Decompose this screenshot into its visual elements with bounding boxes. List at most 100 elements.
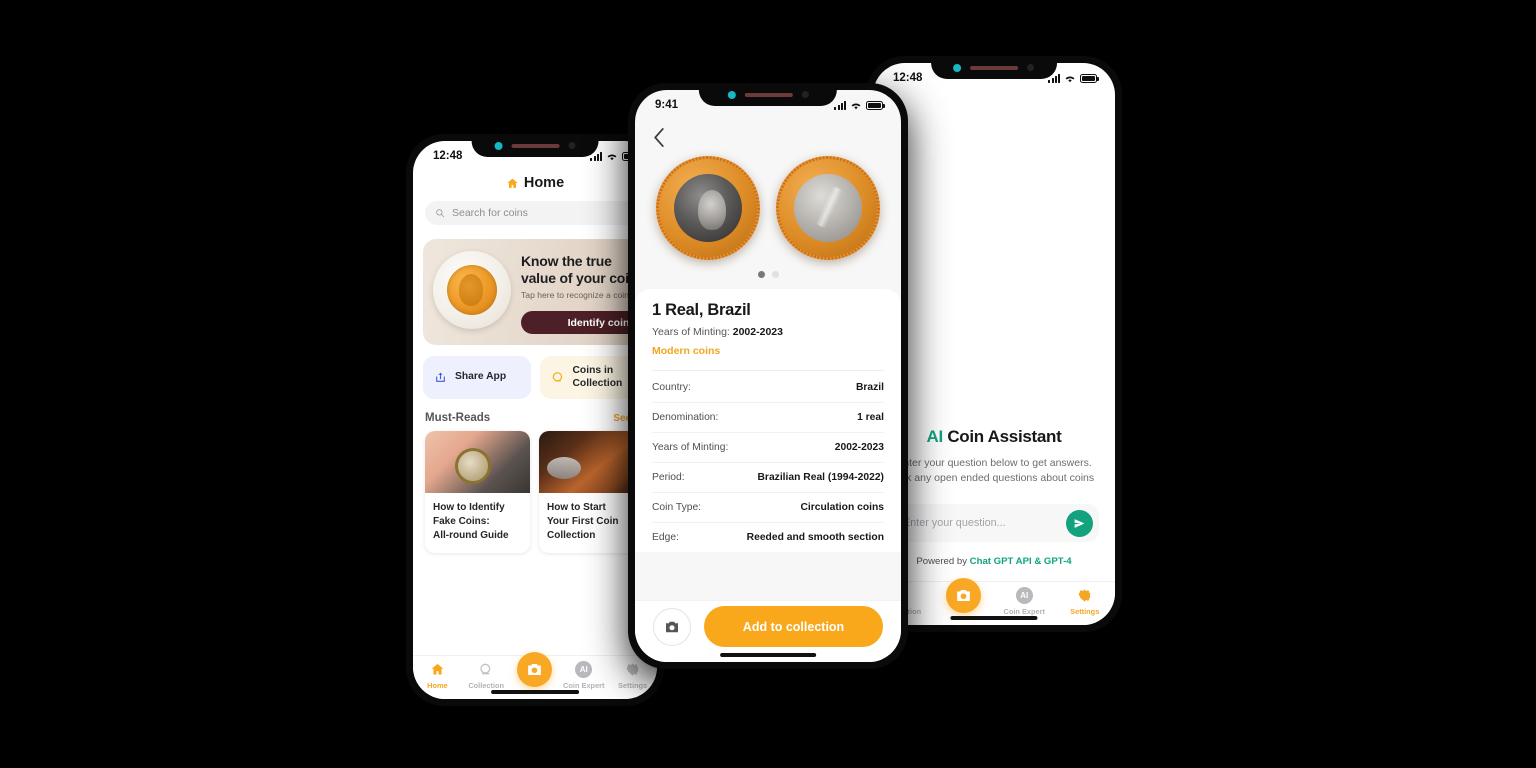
- article-title-line-3: All-round Guide: [433, 530, 509, 542]
- coin-reverse-image[interactable]: [776, 156, 880, 260]
- status-time: 12:48: [433, 150, 463, 162]
- detail-value: 1 real: [857, 412, 884, 423]
- coin-detail-sheet: 1 Real, Brazil Years of Minting: 2002-20…: [635, 289, 901, 552]
- powered-prefix: Powered by: [916, 556, 970, 567]
- powered-by-note: Powered by Chat GPT API & GPT-4: [889, 556, 1099, 567]
- status-time: 12:48: [893, 72, 923, 84]
- notch: [698, 90, 838, 106]
- tab-settings[interactable]: Settings: [1061, 587, 1109, 616]
- camera-icon[interactable]: [653, 607, 691, 646]
- add-to-collection-button[interactable]: Add to collection: [704, 606, 883, 647]
- share-icon: [436, 372, 445, 382]
- powered-brand: Chat GPT API & GPT-4: [969, 556, 1072, 567]
- page-title: Home: [413, 167, 657, 201]
- list-item[interactable]: How to Identify Fake Coins: All-round Gu…: [425, 431, 530, 553]
- coin-stack-icon: [552, 371, 562, 382]
- share-app-chip[interactable]: Share App: [423, 356, 531, 399]
- assistant-heading-rest: Coin Assistant: [942, 426, 1062, 446]
- chip-line-2: Collection: [572, 377, 623, 389]
- cellular-bars-icon: [834, 100, 846, 110]
- coin-category-tag[interactable]: Modern coins: [652, 345, 884, 357]
- assistant-subtext-line-2: ended questions about coins: [960, 472, 1095, 485]
- tab-settings-label: Settings: [1070, 607, 1100, 616]
- tab-coin-expert[interactable]: AI Coin Expert: [559, 661, 608, 690]
- tab-camera[interactable]: [940, 578, 988, 616]
- article-thumbnail: [425, 431, 530, 493]
- coin-title: 1 Real, Brazil: [652, 301, 751, 319]
- banner-subtext: Tap here to recognize a coin: [521, 290, 629, 301]
- article-title-line-3: Collection: [547, 530, 596, 542]
- search-input[interactable]: Search for coins: [425, 201, 645, 225]
- wifi-icon: [1065, 75, 1075, 82]
- front-camera-icon: [727, 90, 736, 99]
- tab-camera[interactable]: [511, 652, 560, 690]
- tab-coin-expert-label: Coin Expert: [563, 681, 605, 690]
- detail-key: Years of Minting:: [652, 442, 729, 453]
- banner-text: Know the true value of your coin Tap her…: [521, 253, 641, 300]
- battery-icon: [866, 100, 885, 110]
- search-placeholder: Search for coins: [452, 207, 528, 219]
- tab-home[interactable]: Home: [413, 661, 462, 690]
- share-app-label: Share App: [455, 371, 507, 383]
- home-indicator: [950, 616, 1038, 620]
- table-row: Country: Brazil: [652, 373, 884, 403]
- pagination-dot-active[interactable]: [757, 271, 765, 278]
- wifi-icon: [607, 153, 617, 160]
- article-title-line-1: How to Start: [547, 502, 606, 513]
- must-reads-header: Must-Reads See all: [425, 412, 645, 424]
- collection-icon: [478, 661, 494, 678]
- home-icon: [430, 661, 445, 678]
- tab-coin-expert-label: Coin Expert: [1003, 607, 1045, 616]
- right-screen: 12:48 AI Coin Assistant Enter your quest…: [873, 63, 1115, 625]
- ai-icon: AI: [1015, 587, 1033, 604]
- table-row: Denomination: 1 real: [652, 403, 884, 433]
- tab-coin-expert[interactable]: AI Coin Expert: [1000, 587, 1048, 616]
- detail-value: 2002-2023: [834, 442, 884, 453]
- camera-icon[interactable]: [517, 652, 553, 687]
- coin-gallery[interactable]: [635, 156, 901, 260]
- sensor-icon: [801, 91, 809, 98]
- detail-key: Coin Type:: [652, 502, 702, 513]
- detail-key: Edge:: [652, 532, 679, 543]
- assistant-subtext: Enter your question below to get answers…: [889, 456, 1099, 488]
- table-row: Coin Type: Circulation coins: [652, 493, 884, 523]
- coin-subtitle-label: Years of Minting:: [652, 326, 730, 338]
- article-title-line-1: How to Identify: [433, 502, 505, 513]
- detail-key: Denomination:: [652, 412, 719, 423]
- question-input[interactable]: Enter your question...: [889, 504, 1099, 542]
- detail-value: Reeded and smooth section: [746, 532, 884, 543]
- coin-subtitle-value: 2002-2023: [732, 326, 783, 338]
- gallery-pagination[interactable]: [635, 271, 901, 278]
- assistant-body: AI Coin Assistant Enter your question be…: [873, 427, 1115, 582]
- search-icon: [436, 209, 445, 218]
- detail-value: Brazilian Real (1994-2022): [757, 472, 885, 483]
- chevron-left-icon: [654, 128, 664, 147]
- wifi-icon: [851, 102, 861, 109]
- notch: [931, 63, 1057, 79]
- speaker-icon: [970, 65, 1019, 70]
- ai-icon: AI: [575, 661, 593, 678]
- send-icon[interactable]: [1066, 509, 1093, 537]
- tab-collection-label: Collection: [468, 681, 505, 690]
- front-camera-icon: [494, 141, 503, 150]
- detail-value: Circulation coins: [800, 502, 884, 513]
- coin-subtitle: Years of Minting: 2002-2023: [652, 326, 884, 338]
- status-indicators: [834, 100, 885, 110]
- pagination-dot[interactable]: [771, 271, 779, 278]
- status-indicators: [1048, 73, 1099, 83]
- banner-headline-1: Know the true: [521, 253, 612, 269]
- phone-left-home: 12:48 Home Search for coins Know the tru…: [406, 134, 664, 706]
- divider: [652, 370, 884, 371]
- camera-icon[interactable]: [946, 578, 982, 613]
- quick-actions: Share App Coins in Collection: [423, 356, 647, 399]
- battery-icon: [1080, 73, 1099, 83]
- coin-obverse-image[interactable]: [656, 156, 760, 260]
- back-button[interactable]: [635, 116, 901, 152]
- identify-coin-banner[interactable]: Know the true value of your coin Tap her…: [423, 239, 647, 345]
- chip-line-1: Coins in: [572, 364, 614, 376]
- banner-headline-2: value of your coin: [521, 269, 638, 286]
- must-reads-title: Must-Reads: [425, 412, 491, 424]
- tab-collection[interactable]: Collection: [462, 661, 511, 690]
- article-list: How to Identify Fake Coins: All-round Gu…: [425, 431, 657, 553]
- notch: [471, 141, 599, 157]
